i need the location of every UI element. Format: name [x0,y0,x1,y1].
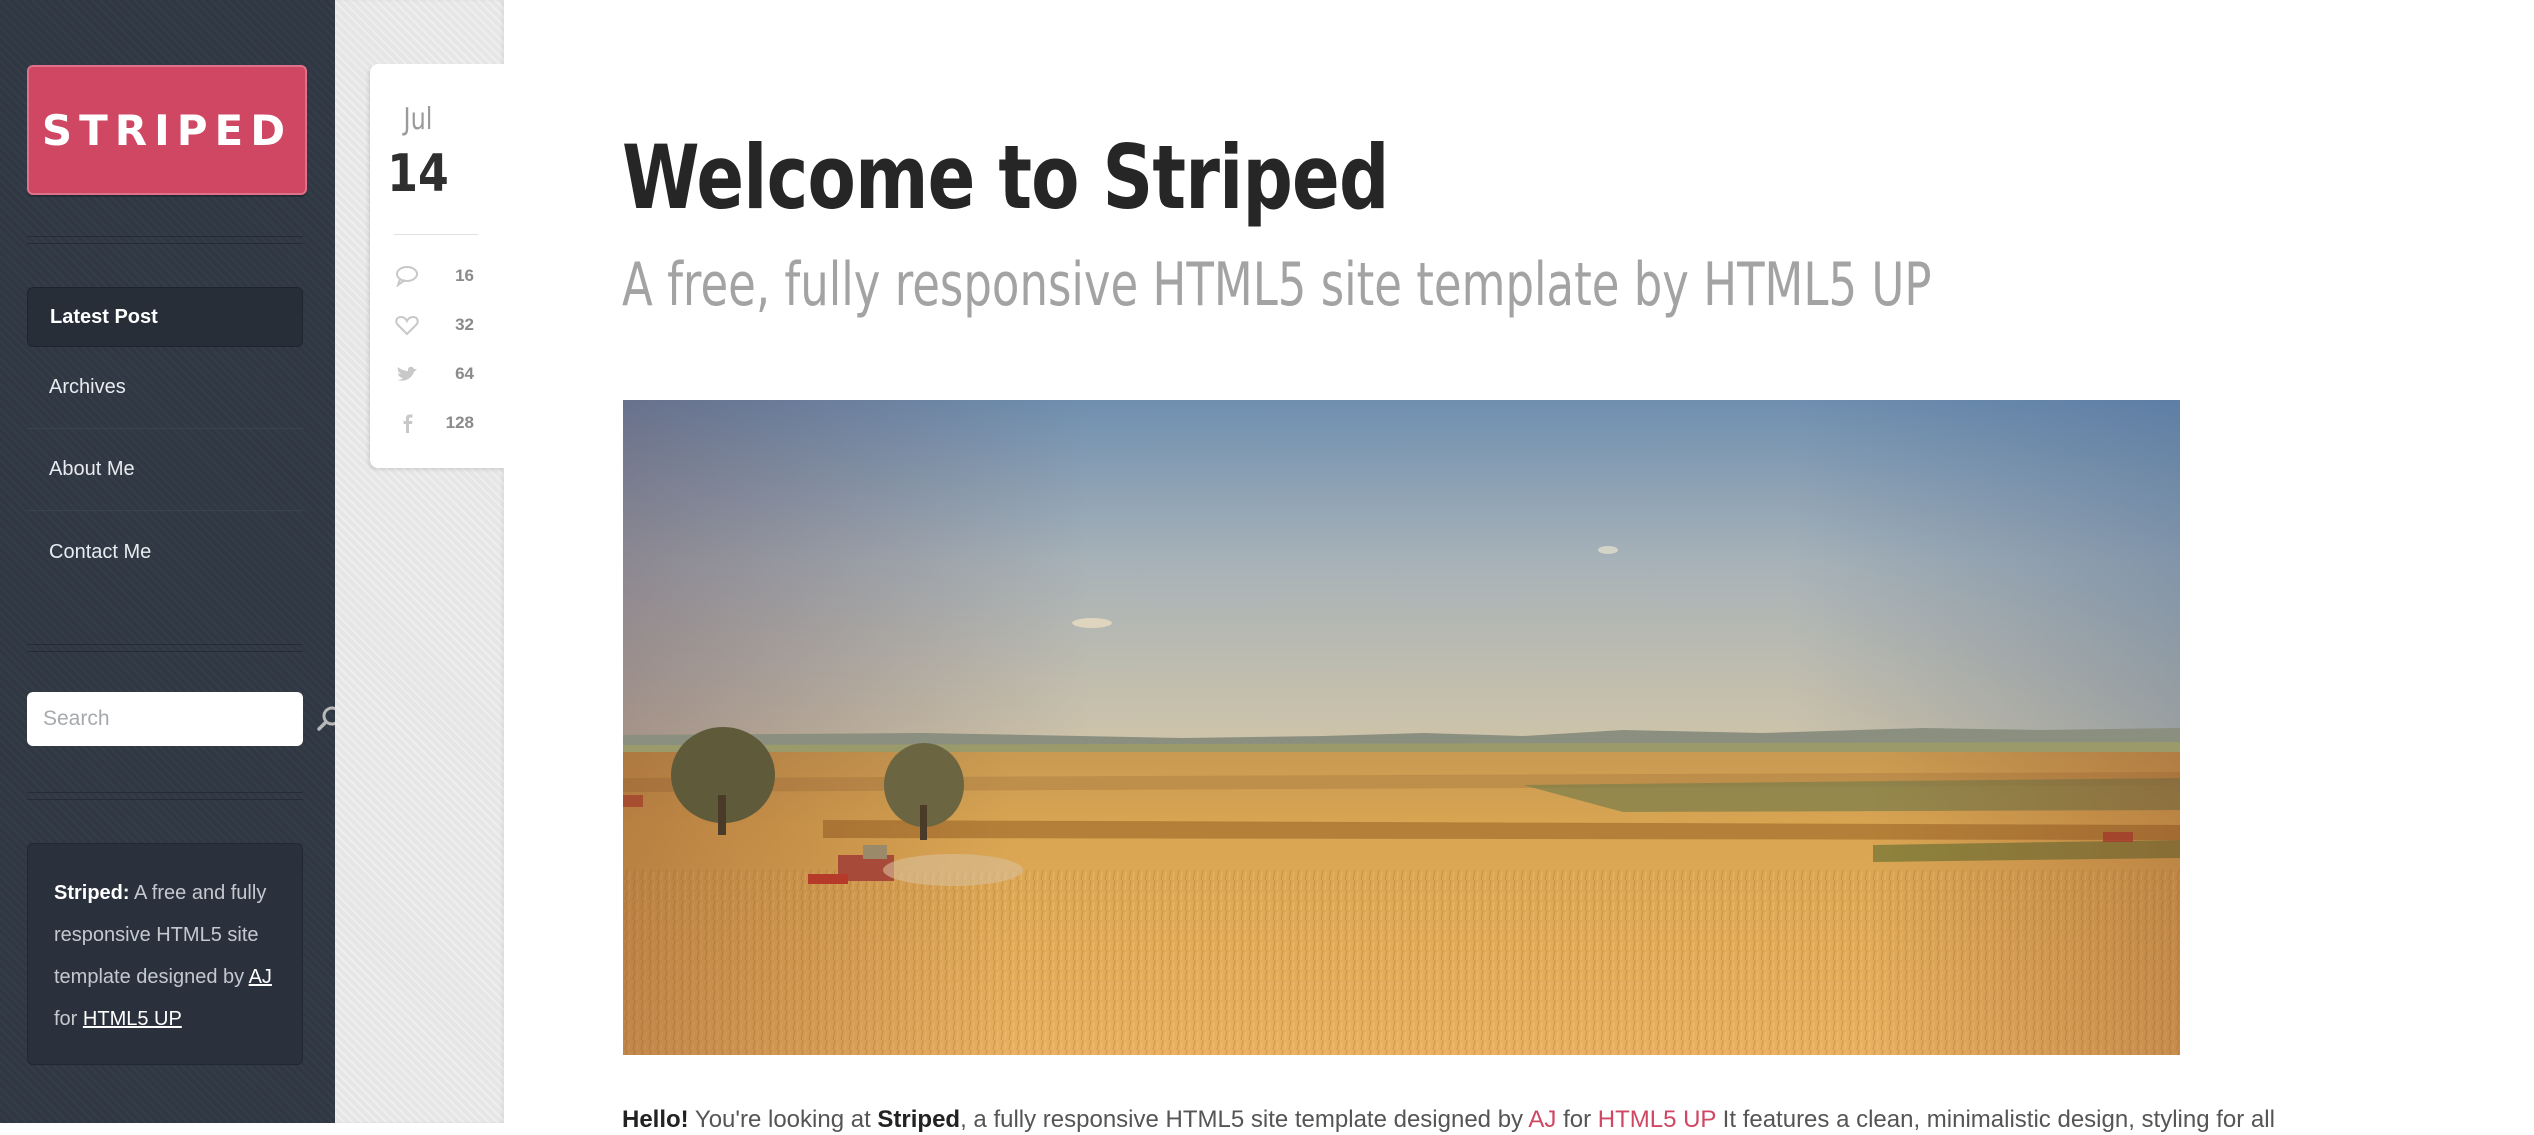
intro-text: for [1556,1106,1598,1133]
tweets-stat[interactable]: 64 [394,359,474,389]
html5up-link[interactable]: HTML5 UP [83,1008,182,1030]
comment-icon [394,263,420,289]
intro-text: , a fully responsive HTML5 site template… [960,1106,1529,1133]
sidebar: STRIPED Latest Post Archives About Me Co… [0,0,342,1123]
post-subtitle: A free, fully responsive HTML5 site temp… [622,250,1932,320]
search-form [27,691,342,747]
shares-count: 128 [445,413,474,432]
sidebar-nav: Latest Post Archives About Me Contact Me [27,287,303,593]
site-logo[interactable]: STRIPED [27,65,307,195]
likes-count: 32 [455,315,474,334]
aj-link[interactable]: AJ [249,966,272,988]
post-intro: Hello! You're looking at Striped, a full… [622,1105,2275,1135]
intro-hello: Hello! [622,1106,689,1133]
facebook-icon [394,410,420,436]
nav-item-archives[interactable]: Archives [27,347,303,429]
nav-item-about-me[interactable]: About Me [27,429,303,511]
about-bold: Striped: [54,882,130,904]
sidebar-divider [27,792,303,800]
intro-aj-link[interactable]: AJ [1528,1106,1556,1133]
post-image[interactable] [623,400,2180,1055]
post-date-card: Jul 14 16 32 64 128 [370,64,504,468]
comments-stat[interactable]: 16 [394,261,474,291]
nav-item-contact-me[interactable]: Contact Me [27,511,303,593]
about-text: for [54,1008,83,1030]
search-input[interactable] [27,691,316,747]
intro-name: Striped [877,1106,961,1133]
heart-icon [394,312,420,338]
tweets-count: 64 [455,364,474,383]
post-day: 14 [387,144,449,204]
shares-stat[interactable]: 128 [394,408,474,438]
sidebar-divider [27,236,303,244]
sidebar-divider [27,644,303,652]
intro-html5up-link[interactable]: HTML5 UP [1598,1106,1716,1133]
twitter-icon [394,361,420,387]
nav-item-latest-post[interactable]: Latest Post [27,287,303,347]
post-title[interactable]: Welcome to Striped [622,126,1389,229]
main-content: Welcome to Striped A free, fully respons… [504,0,2534,1133]
intro-text: It features a clean, minimalistic design… [1716,1106,2275,1133]
card-divider [394,234,478,235]
likes-stat[interactable]: 32 [394,310,474,340]
intro-text: You're looking at [688,1106,878,1133]
about-box: Striped: A free and fully responsive HTM… [27,843,303,1065]
post-month: Jul [403,102,433,137]
comments-count: 16 [455,266,474,285]
